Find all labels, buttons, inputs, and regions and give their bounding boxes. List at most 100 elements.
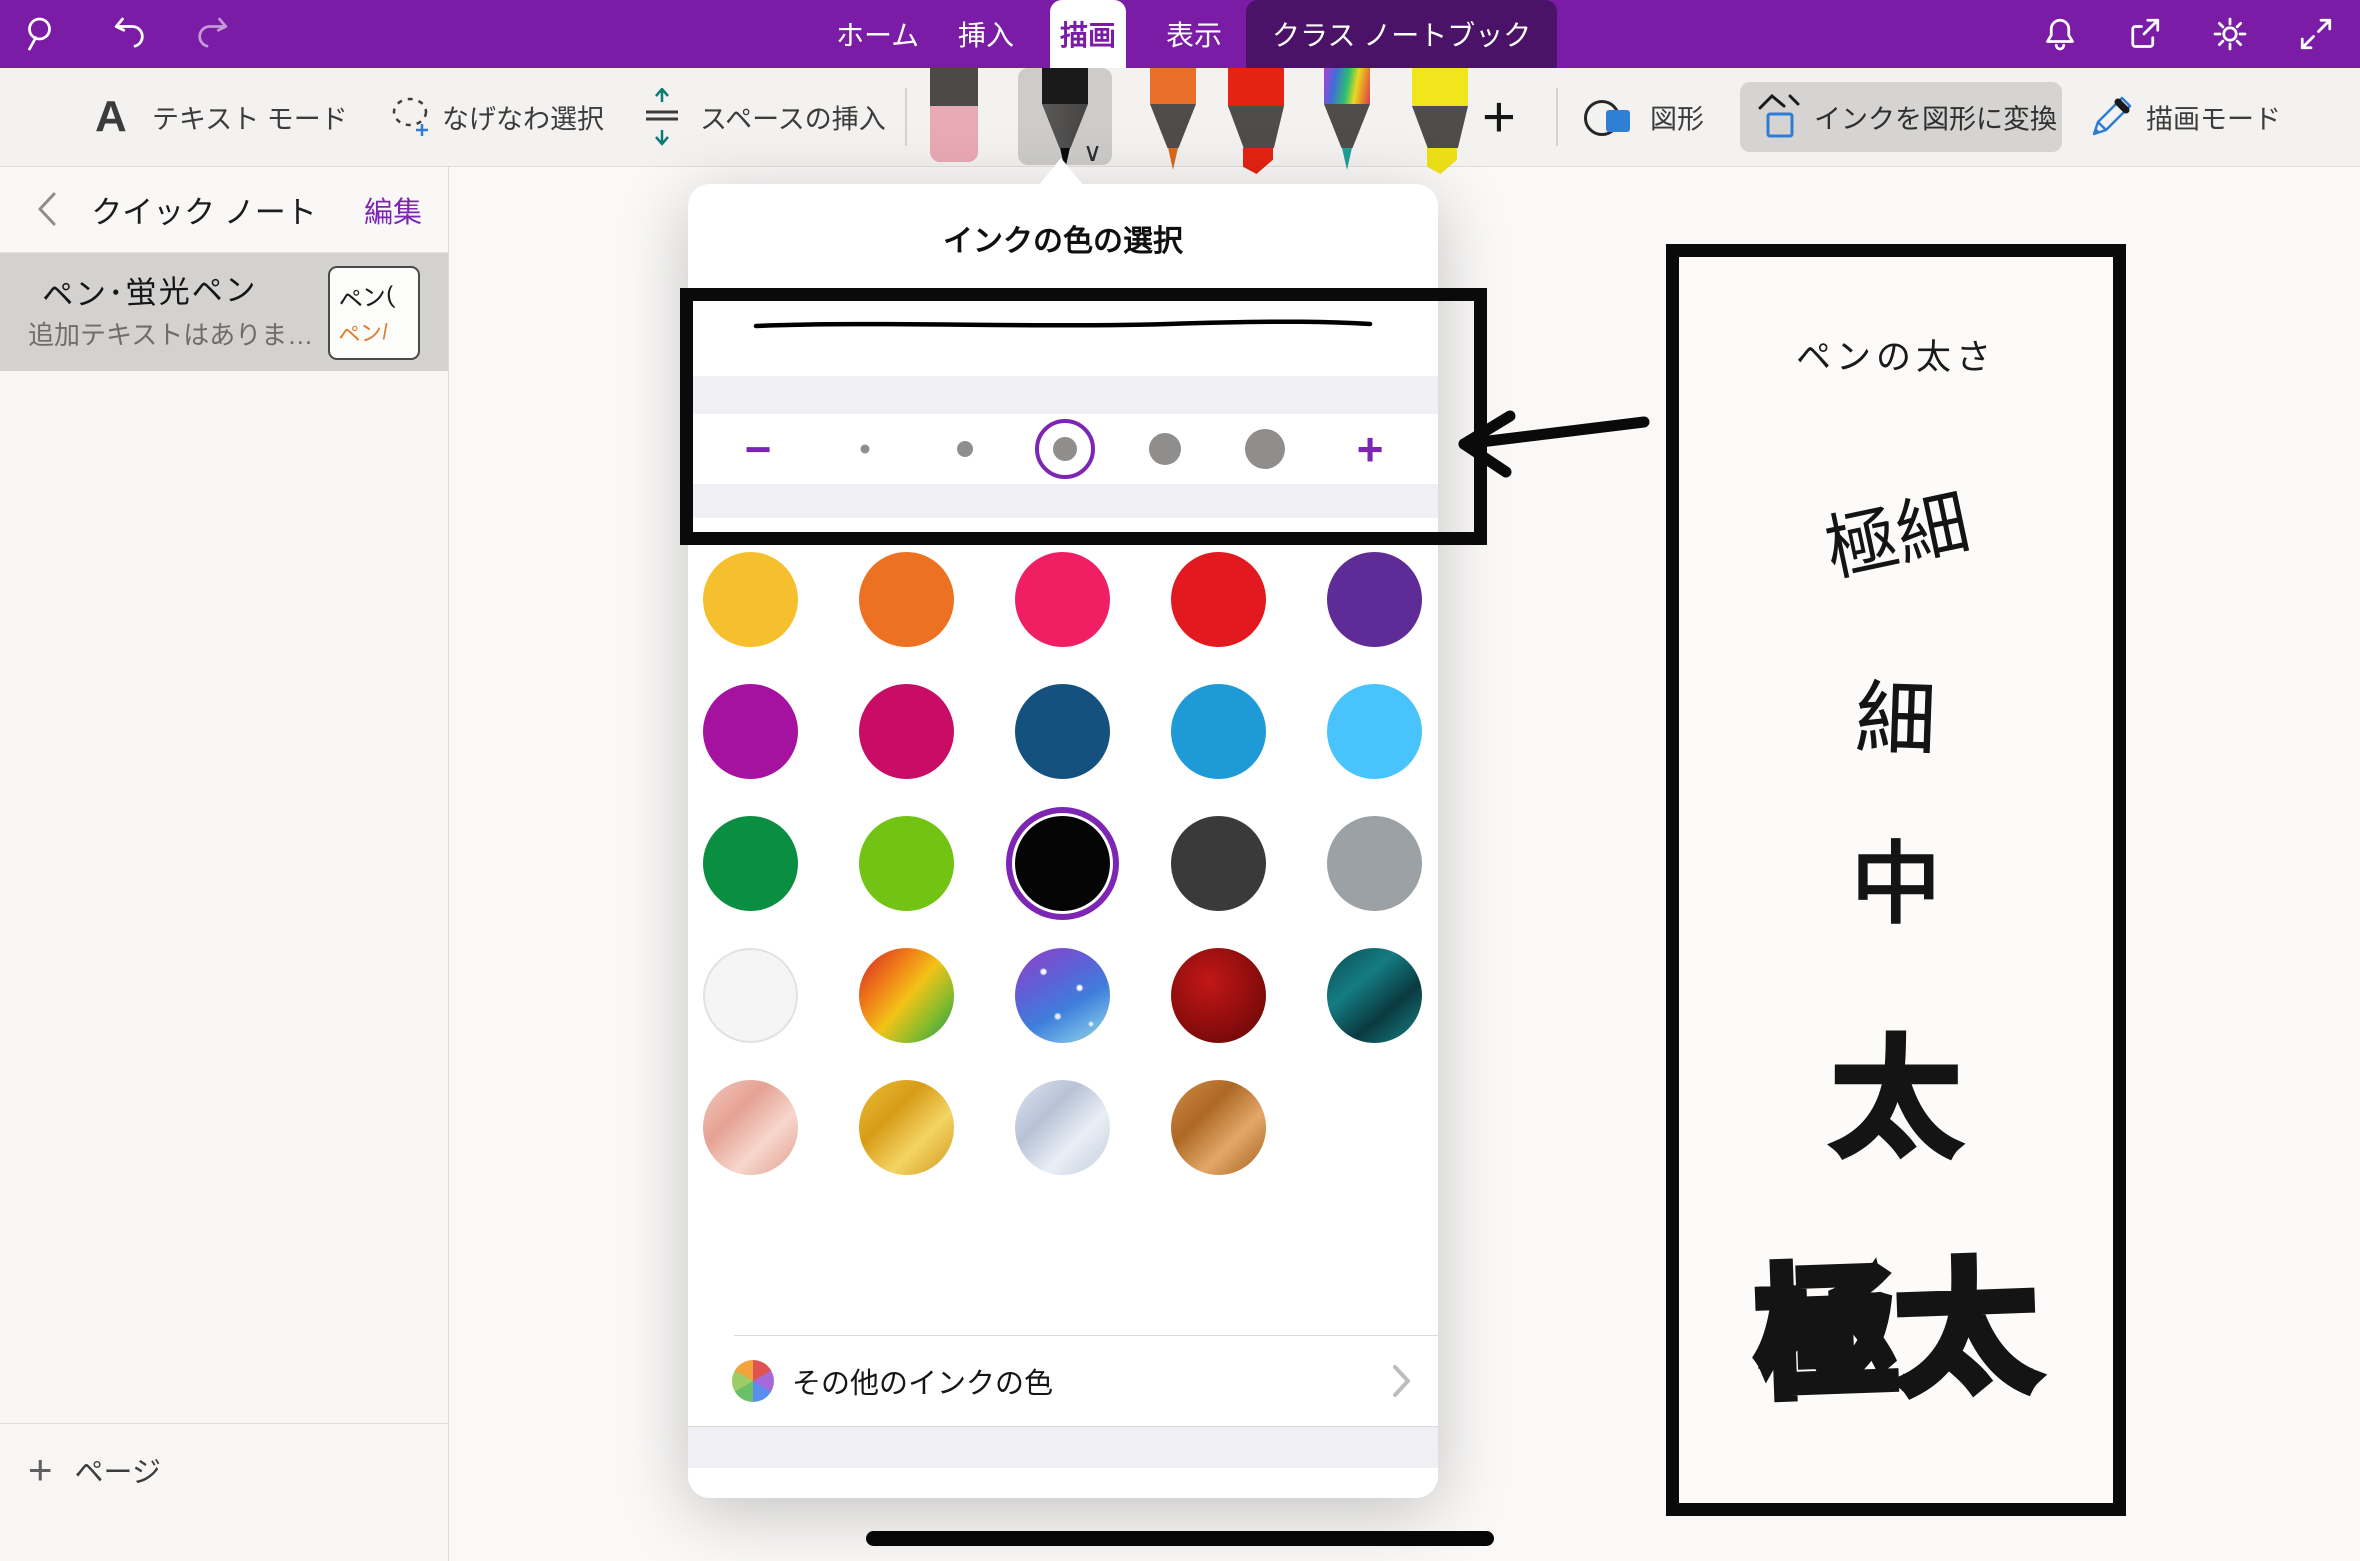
ink-to-shape-button[interactable]: インクを図形に変換 — [1740, 82, 2062, 152]
swatch-yellow[interactable] — [703, 552, 798, 647]
divider-band — [688, 376, 1438, 414]
swatch-dark-gray[interactable] — [1171, 816, 1266, 911]
draw-mode-button[interactable]: 描画モード — [2146, 98, 2281, 137]
back-button[interactable] — [34, 191, 60, 227]
text-mode-button[interactable]: テキスト モード — [152, 98, 348, 137]
swatch-silver[interactable] — [1015, 1080, 1110, 1175]
swatch-dark-blue[interactable] — [1015, 684, 1110, 779]
size-dot-2[interactable] — [957, 441, 973, 457]
swatch-black-selected[interactable] — [1015, 816, 1110, 911]
size-increase-button[interactable]: + — [1357, 422, 1384, 476]
undo-icon[interactable] — [110, 14, 150, 54]
toolbar-divider — [1556, 88, 1558, 146]
swatch-red[interactable] — [1171, 552, 1266, 647]
lasso-select-button[interactable]: なげなわ選択 — [442, 98, 604, 137]
swatch-purple[interactable] — [1327, 552, 1422, 647]
swatch-raspberry[interactable] — [859, 684, 954, 779]
pen-rainbow-tool[interactable] — [1324, 68, 1370, 170]
page-list-item-selected[interactable]: ペン･蛍光ペン 追加テキストはありま… ペン( ペン/ — [0, 253, 448, 371]
divider-band — [688, 1427, 1438, 1468]
page-thumbnail: ペン( ペン/ — [328, 266, 420, 360]
swatch-pink[interactable] — [1015, 552, 1110, 647]
edit-button[interactable]: 編集 — [364, 167, 422, 252]
swatch-white[interactable] — [703, 948, 798, 1043]
swatch-blue[interactable] — [1171, 684, 1266, 779]
letter-a-icon: A — [95, 92, 127, 142]
search-icon[interactable] — [22, 14, 62, 54]
onenote-draw-screen: ホーム 挿入 描画 表示 クラス ノートブック A テキスト モード なげなわ選… — [0, 0, 2360, 1561]
add-page-button[interactable]: + ページ — [28, 1446, 161, 1494]
size-dot-4[interactable] — [1149, 433, 1181, 465]
marker-red-tool[interactable] — [1228, 68, 1284, 174]
popup-title: インクの色の選択 — [688, 216, 1438, 260]
page-snippet: 追加テキストはありま… — [28, 315, 313, 352]
swatch-gold[interactable] — [859, 1080, 954, 1175]
swatch-rose-gold[interactable] — [703, 1080, 798, 1175]
settings-gear-icon[interactable] — [2210, 14, 2250, 54]
tab-view[interactable]: 表示 — [1156, 0, 1232, 68]
color-swatch-grid — [703, 552, 1423, 1175]
swatch-light-blue[interactable] — [1327, 684, 1422, 779]
tab-draw[interactable]: 描画 — [1050, 0, 1126, 68]
ink-to-shape-label: インクを図形に変換 — [1814, 98, 2057, 137]
pen-thickness-title: ペンの太さ — [1679, 329, 2113, 380]
swatch-galaxy[interactable] — [1015, 948, 1110, 1043]
draw-toolbar: A テキスト モード なげなわ選択 スペースの挿入 ∨ — [0, 68, 2360, 167]
highlighter-yellow-tool[interactable] — [1412, 68, 1468, 174]
redo-icon[interactable] — [192, 14, 232, 54]
plus-icon: + — [28, 1446, 53, 1494]
swatch-gray[interactable] — [1327, 816, 1422, 911]
handwriting-medium: 中 — [1679, 811, 2113, 941]
size-decrease-button[interactable]: − — [745, 422, 772, 476]
shapes-icon — [1584, 98, 1636, 138]
stroke-thickness-preview — [748, 306, 1378, 342]
share-icon[interactable] — [2124, 14, 2164, 54]
size-dot-5[interactable] — [1245, 429, 1285, 469]
ink-color-popup: インクの色の選択 − + — [688, 184, 1438, 1498]
popup-bottom — [688, 1468, 1438, 1498]
size-picker-row: − + — [688, 414, 1438, 484]
more-ink-colors-row[interactable]: その他のインクの色 — [688, 1336, 1438, 1426]
home-indicator[interactable] — [866, 1531, 1494, 1546]
swatch-bronze[interactable] — [1171, 1080, 1266, 1175]
pen-orange-tool[interactable] — [1150, 68, 1196, 170]
thumbnail-ink-black: ペン( — [336, 275, 396, 317]
tab-class-notebook[interactable]: クラス ノートブック — [1246, 0, 1557, 68]
notebook-title: クイック ノート — [70, 167, 338, 252]
size-dot-selection-ring — [1035, 419, 1095, 479]
lasso-select-icon — [388, 92, 432, 142]
color-wheel-icon — [732, 1360, 774, 1402]
shapes-button[interactable]: 図形 — [1650, 98, 1704, 137]
swatch-rainbow-glitter[interactable] — [859, 948, 954, 1043]
tab-insert[interactable]: 挿入 — [948, 0, 1024, 68]
swatch-orange[interactable] — [859, 552, 954, 647]
handwriting-extra-thick: 極太 — [1676, 1211, 2117, 1428]
size-dot-1[interactable] — [861, 445, 870, 454]
notifications-bell-icon[interactable] — [2040, 14, 2080, 54]
divider-band — [688, 484, 1438, 518]
swatch-light-green[interactable] — [859, 816, 954, 911]
pencil-icon — [2088, 94, 2134, 140]
fullscreen-expand-icon[interactable] — [2296, 14, 2336, 54]
chevron-down-icon[interactable]: ∨ — [1083, 139, 1102, 165]
popup-arrow-pointer — [1038, 158, 1084, 186]
swatch-green[interactable] — [703, 816, 798, 911]
add-pen-button[interactable]: + — [1482, 84, 1516, 151]
page-title: ペン･蛍光ペン — [41, 264, 258, 315]
insert-space-icon — [640, 88, 684, 146]
top-app-bar: ホーム 挿入 描画 表示 クラス ノートブック — [0, 0, 2360, 68]
pen-black-tool-selected[interactable]: ∨ — [1018, 68, 1112, 165]
swatch-ocean[interactable] — [1327, 948, 1422, 1043]
tab-home[interactable]: ホーム — [826, 0, 929, 68]
add-page-label: ページ — [75, 1449, 161, 1491]
ink-to-shape-icon — [1756, 94, 1802, 140]
chevron-right-icon — [1390, 1363, 1412, 1399]
swatch-red-marble[interactable] — [1171, 948, 1266, 1043]
sidebar-header: クイック ノート 編集 — [0, 167, 448, 253]
arrow-annotation — [1448, 396, 1653, 486]
handwriting-extra-fine: 極細 — [1673, 433, 2119, 626]
insert-space-button[interactable]: スペースの挿入 — [700, 98, 886, 137]
swatch-magenta[interactable] — [703, 684, 798, 779]
eraser-tool[interactable] — [930, 68, 978, 162]
page-list-sidebar: クイック ノート 編集 ペン･蛍光ペン 追加テキストはありま… ペン( ペン/ … — [0, 167, 449, 1561]
